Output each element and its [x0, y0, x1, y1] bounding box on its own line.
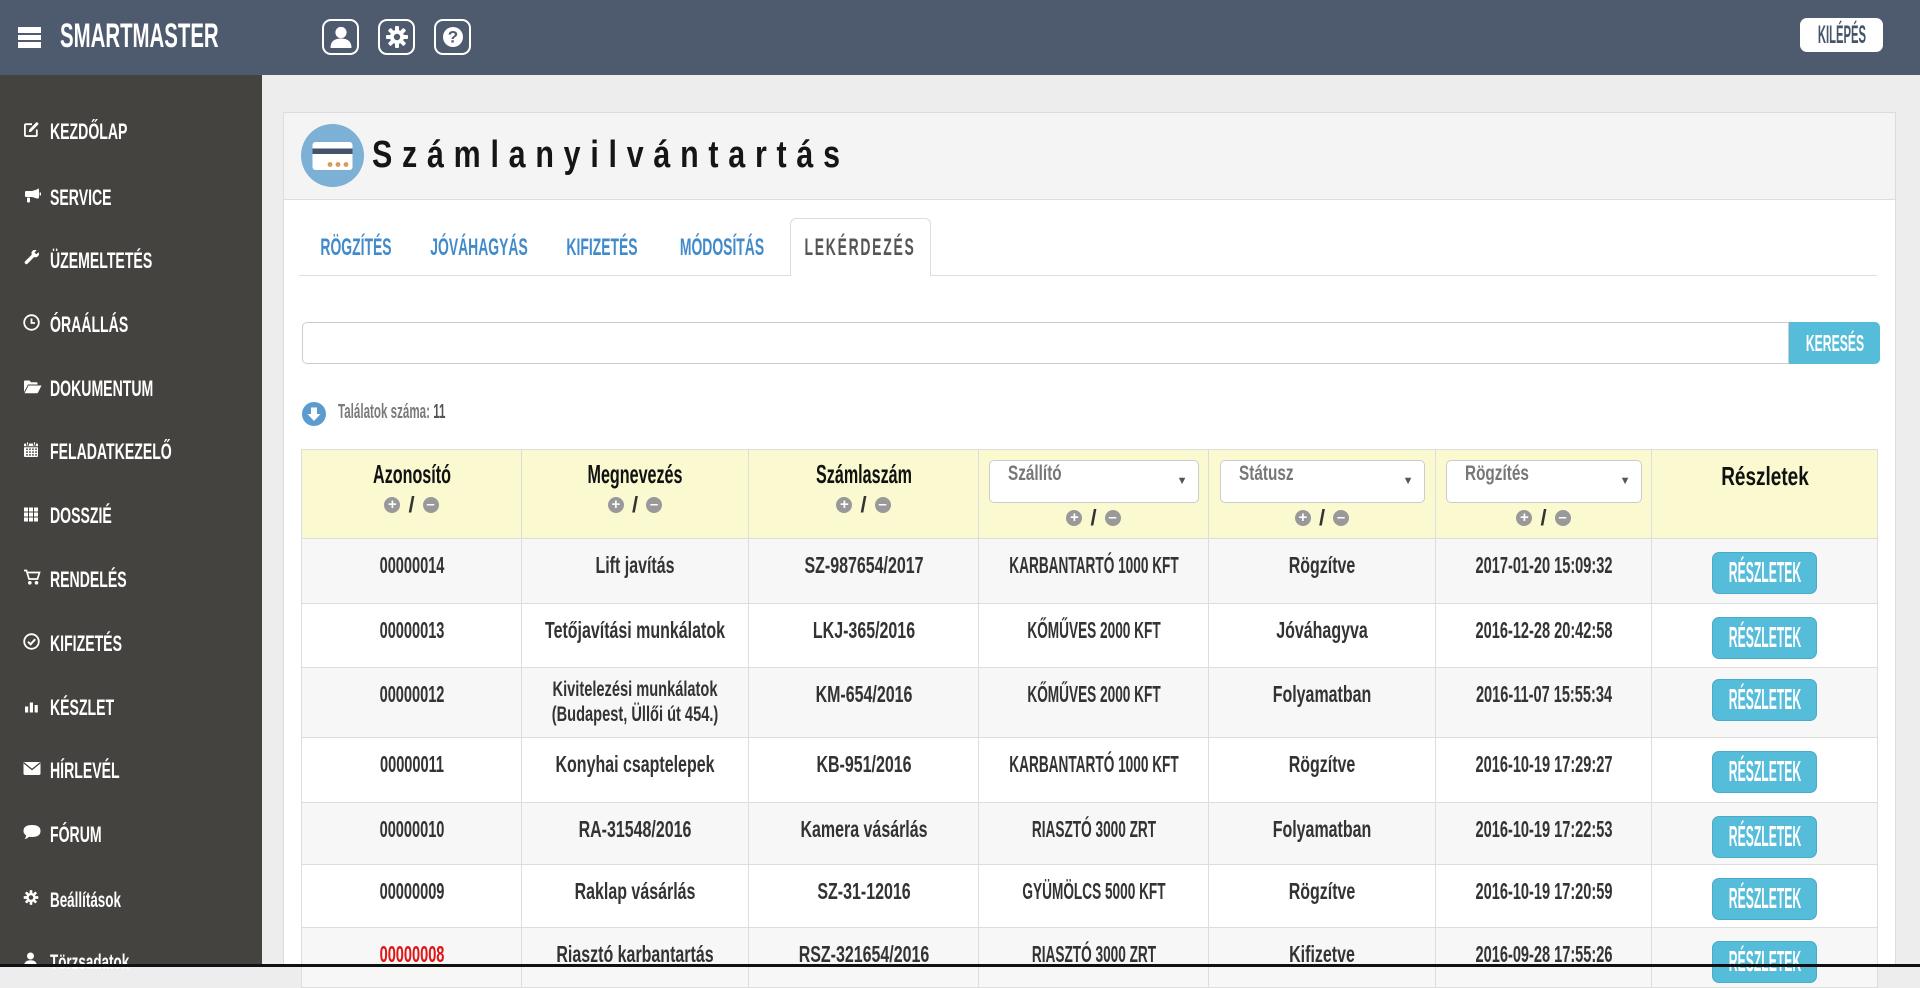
svg-text:?: ? [447, 28, 457, 47]
